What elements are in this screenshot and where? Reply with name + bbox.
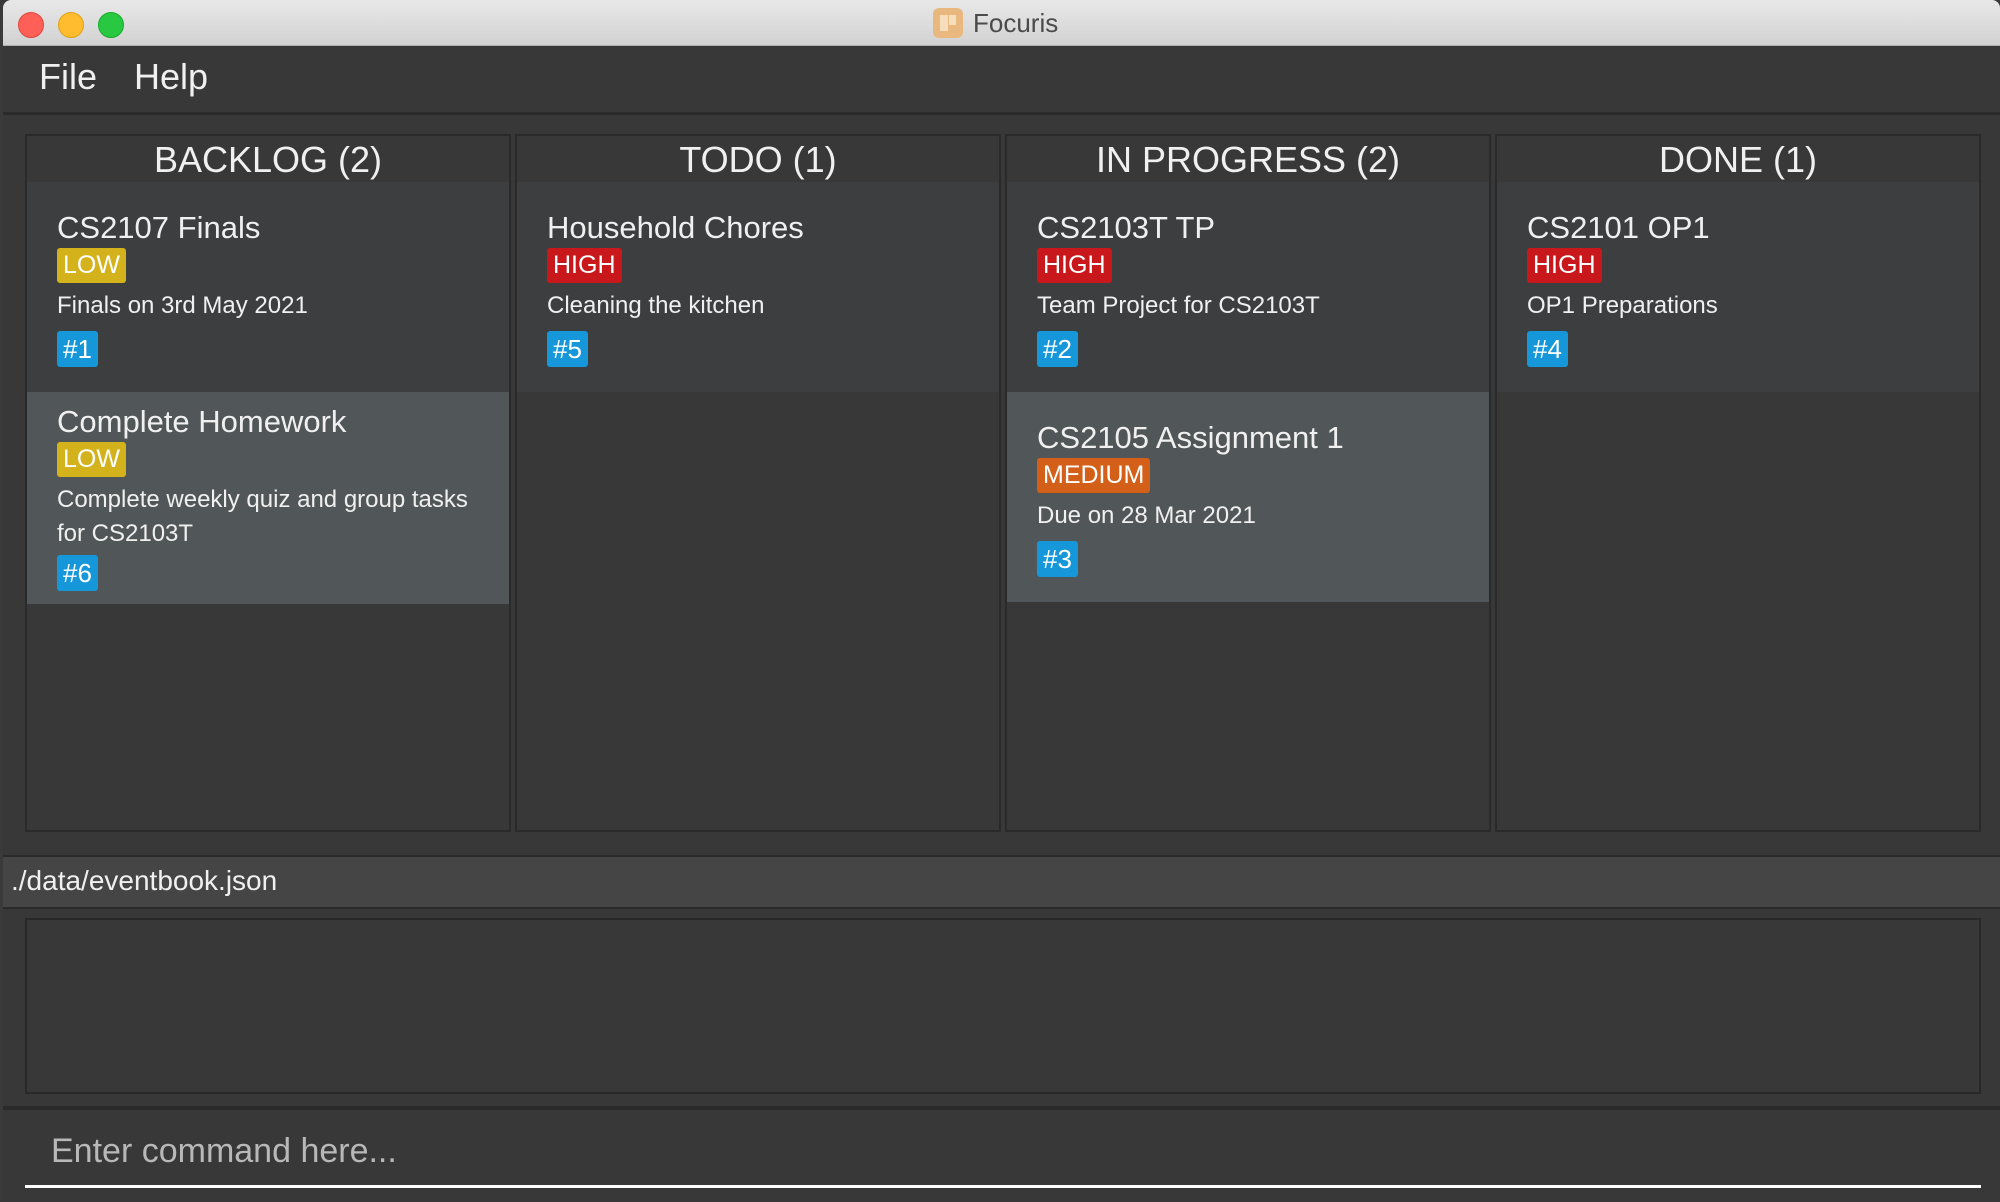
title-bar: Focuris [3, 0, 2000, 46]
app-window: Focuris File Help BACKLOG (2) CS2107 Fin… [3, 0, 2000, 1202]
column-todo: TODO (1) Household Chores HIGH Cleaning … [515, 134, 1001, 832]
task-title: Household Chores [547, 210, 804, 245]
task-card[interactable]: CS2103T TP HIGH Team Project for CS2103T… [1007, 182, 1489, 392]
priority-badge: LOW [57, 442, 126, 477]
task-title: CS2101 OP1 [1527, 210, 1710, 245]
task-description: Team Project for CS2103T [1037, 292, 1320, 319]
menu-file[interactable]: File [39, 56, 97, 98]
task-id-badge: #3 [1037, 541, 1078, 577]
priority-badge: HIGH [1037, 248, 1112, 283]
task-description: Due on 28 Mar 2021 [1037, 502, 1256, 529]
save-file-path: ./data/eventbook.json [11, 865, 278, 896]
maximize-window-button[interactable] [98, 12, 124, 38]
priority-badge: MEDIUM [1037, 458, 1151, 493]
kanban-board-icon [933, 8, 963, 38]
task-id-badge: #4 [1527, 331, 1568, 367]
minimize-window-button[interactable] [58, 12, 84, 38]
close-window-button[interactable] [18, 12, 44, 38]
task-title: CS2103T TP [1037, 210, 1216, 245]
menu-bar: File Help [3, 46, 2000, 115]
priority-badge: LOW [57, 248, 126, 283]
task-id-badge: #2 [1037, 331, 1078, 367]
menu-help[interactable]: Help [134, 56, 208, 98]
task-card[interactable]: CS2105 Assignment 1 MEDIUM Due on 28 Mar… [1007, 392, 1489, 602]
task-id-badge: #5 [547, 331, 588, 367]
priority-badge: HIGH [547, 248, 622, 283]
column-header: IN PROGRESS (2) [1095, 139, 1401, 180]
task-title: Complete Homework [57, 404, 347, 439]
command-input[interactable] [25, 1118, 1981, 1188]
task-card[interactable]: Household Chores HIGH Cleaning the kitch… [517, 182, 999, 392]
task-id-badge: #1 [57, 331, 98, 367]
priority-badge: HIGH [1527, 248, 1602, 283]
task-description: Complete weekly quiz and group tasks for… [57, 486, 468, 547]
task-card[interactable]: CS2107 Finals LOW Finals on 3rd May 2021… [27, 182, 509, 392]
task-title: CS2107 Finals [57, 210, 261, 245]
column-done: DONE (1) CS2101 OP1 HIGH OP1 Preparation… [1495, 134, 1981, 832]
task-card[interactable]: Complete Homework LOW Complete weekly qu… [27, 392, 509, 604]
column-backlog: BACKLOG (2) CS2107 Finals LOW Finals on … [25, 134, 511, 832]
task-id-badge: #6 [57, 555, 98, 591]
kanban-board: BACKLOG (2) CS2107 Finals LOW Finals on … [25, 134, 1981, 834]
status-bar: ./data/eventbook.json [3, 855, 2000, 909]
task-card[interactable]: CS2101 OP1 HIGH OP1 Preparations #4 [1497, 182, 1979, 392]
task-description: Cleaning the kitchen [547, 292, 765, 319]
task-title: CS2105 Assignment 1 [1037, 420, 1344, 455]
result-display[interactable] [25, 918, 1981, 1094]
window-title-group: Focuris [933, 8, 1058, 38]
task-description: OP1 Preparations [1527, 292, 1718, 319]
command-box [3, 1106, 2000, 1202]
column-header: TODO (1) [679, 139, 837, 180]
column-header: DONE (1) [1658, 139, 1817, 180]
column-header: BACKLOG (2) [153, 139, 383, 180]
column-in-progress: IN PROGRESS (2) CS2103T TP HIGH Team Pro… [1005, 134, 1491, 832]
window-title: Focuris [973, 7, 1059, 38]
task-description: Finals on 3rd May 2021 [57, 292, 308, 319]
